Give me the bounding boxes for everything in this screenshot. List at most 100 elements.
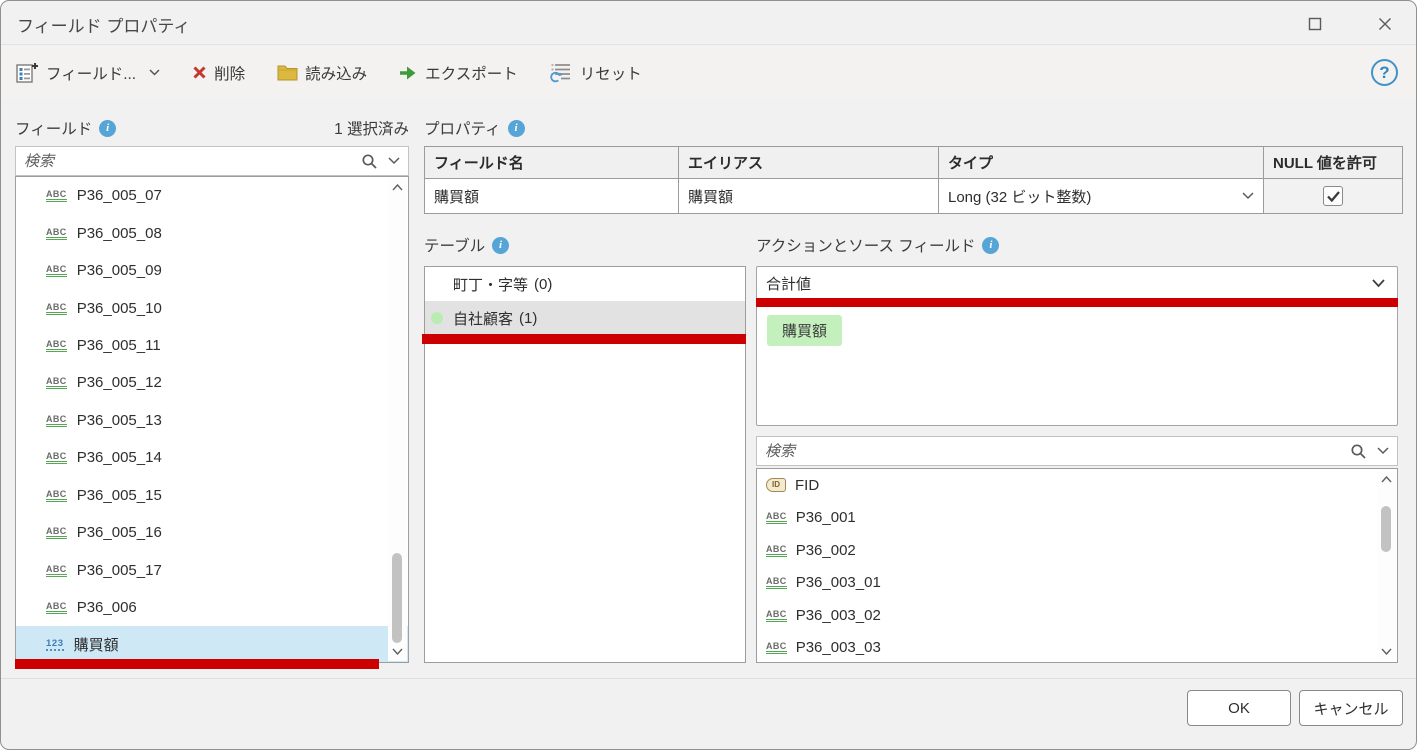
search-options-chevron-icon[interactable] (1377, 447, 1389, 455)
field-list-item[interactable]: ABCP36_005_10 (16, 289, 408, 326)
text-field-icon: ABC (46, 302, 67, 315)
scrollbar-thumb[interactable] (1381, 506, 1391, 552)
field-list-item[interactable]: ABCP36_005_16 (16, 514, 408, 551)
check-icon (1327, 191, 1340, 202)
tables-list: 町丁・字等 (0) 自社顧客 (1) (424, 266, 746, 663)
delete-label: 削除 (214, 62, 245, 84)
actions-info-icon[interactable]: i (982, 237, 999, 254)
titlebar: フィールド プロパティ (1, 1, 1416, 45)
fields-search-box (15, 146, 409, 176)
field-list-item[interactable]: ABCP36_005_14 (16, 439, 408, 476)
text-field-icon: ABC (766, 544, 787, 557)
scrollbar-thumb[interactable] (392, 553, 402, 643)
field-list-item[interactable]: ABCP36_005_09 (16, 252, 408, 289)
tables-panel-title: テーブル (424, 234, 485, 256)
delete-field-button[interactable]: 削除 (192, 62, 245, 84)
table-list-item-selected[interactable]: 自社顧客 (1) (425, 301, 745, 335)
table-field-count: (1) (519, 310, 537, 327)
type-dropdown[interactable]: Long (32 ビット整数) (939, 179, 1264, 213)
text-field-icon: ABC (46, 489, 67, 502)
text-field-icon: ABC (46, 227, 67, 240)
scroll-up-icon[interactable] (392, 184, 403, 191)
add-field-button[interactable]: フィールド... (16, 62, 160, 84)
fields-search-input[interactable] (24, 153, 351, 170)
reset-button[interactable]: リセット (550, 62, 642, 84)
import-button[interactable]: 読み込み (277, 62, 367, 84)
dialog-title: フィールド プロパティ (17, 12, 190, 37)
column-header-type: タイプ (939, 147, 1264, 179)
fields-list-scrollbar[interactable] (388, 178, 407, 661)
text-field-icon: ABC (46, 264, 67, 277)
reset-icon (550, 62, 573, 83)
alias-cell[interactable]: 購買額 (679, 179, 939, 213)
field-list-item[interactable]: ABCP36_005_12 (16, 364, 408, 401)
field-list-item[interactable]: ABCP36_005_08 (16, 214, 408, 251)
field-name: P36_003_01 (796, 574, 881, 591)
tables-info-icon[interactable]: i (492, 237, 509, 254)
field-name: P36_005_17 (77, 562, 162, 579)
export-button[interactable]: エクスポート (399, 62, 518, 84)
scroll-up-icon[interactable] (1381, 476, 1392, 483)
field-name: P36_005_13 (77, 412, 162, 429)
table-name: 自社顧客 (453, 308, 513, 329)
source-search-box (756, 436, 1398, 466)
table-field-count: (0) (534, 276, 552, 293)
ok-button[interactable]: OK (1187, 690, 1291, 726)
source-field-item[interactable]: ABCP36_003_02 (757, 599, 1397, 632)
source-list-scrollbar[interactable] (1377, 470, 1396, 661)
allow-null-checkbox[interactable] (1323, 186, 1343, 206)
source-field-item[interactable]: ABCP36_001 (757, 502, 1397, 535)
close-icon (1378, 17, 1392, 31)
field-name-cell[interactable]: 購買額 (425, 179, 679, 213)
add-field-label: フィールド... (46, 62, 136, 84)
field-list-item[interactable]: ABCP36_005_11 (16, 327, 408, 364)
properties-table: フィールド名 エイリアス タイプ NULL 値を許可 購買額 購買額 Long … (424, 146, 1403, 214)
text-field-icon: ABC (46, 339, 67, 352)
source-field-item[interactable]: ABCP36_002 (757, 534, 1397, 567)
help-button[interactable]: ? (1371, 59, 1398, 86)
field-list-item[interactable]: ABCP36_005_17 (16, 551, 408, 588)
text-field-icon: ABC (46, 451, 67, 464)
annotation-underline-selected-table (422, 334, 746, 344)
annotation-underline-action-dropdown (756, 298, 1398, 307)
search-options-chevron-icon[interactable] (388, 157, 400, 165)
action-dropdown[interactable]: 合計値 (757, 267, 1397, 299)
source-fields-list: IDFID ABCP36_001 ABCP36_002 ABCP36_003_0… (756, 468, 1398, 663)
field-name: P36_006 (77, 599, 137, 616)
field-list-item[interactable]: ABC P36_005_07 (16, 177, 408, 214)
folder-icon (277, 64, 298, 81)
actions-panel-title: アクションとソース フィールド (756, 234, 975, 256)
field-list-item-selected[interactable]: 123購買額 (16, 626, 408, 663)
text-field-icon: ABC (46, 189, 67, 202)
properties-info-icon[interactable]: i (508, 120, 525, 137)
properties-panel-title: プロパティ (424, 117, 501, 139)
source-field-item[interactable]: ABCP36_003_01 (757, 567, 1397, 600)
properties-panel-header: プロパティ i (424, 117, 525, 139)
maximize-button[interactable] (1293, 8, 1337, 39)
toolbar: フィールド... 削除 読み込み エクスポート (1, 46, 1416, 99)
source-field-item[interactable]: IDFID (757, 469, 1397, 502)
field-name: FID (795, 477, 819, 494)
source-field-chip[interactable]: 購買額 (767, 315, 842, 346)
allow-null-cell (1264, 179, 1402, 213)
scroll-down-icon[interactable] (1381, 648, 1392, 655)
close-button[interactable] (1363, 8, 1407, 39)
footer-divider (1, 678, 1416, 679)
field-list-item[interactable]: ABCP36_005_15 (16, 477, 408, 514)
delete-x-icon (192, 65, 207, 80)
field-list-icon (16, 62, 39, 83)
chevron-down-icon (1242, 192, 1254, 200)
scroll-down-icon[interactable] (392, 648, 403, 655)
text-field-icon: ABC (766, 511, 787, 524)
fields-info-icon[interactable]: i (99, 120, 116, 137)
table-name: 町丁・字等 (453, 274, 528, 295)
cancel-button[interactable]: キャンセル (1299, 690, 1403, 726)
source-search-input[interactable] (765, 443, 1340, 460)
field-list-item[interactable]: ABCP36_005_13 (16, 402, 408, 439)
field-list-item[interactable]: ABCP36_006 (16, 589, 408, 626)
export-label: エクスポート (425, 62, 518, 84)
field-name: P36_005_07 (77, 187, 162, 204)
source-field-item[interactable]: ABCP36_003_03 (757, 632, 1397, 664)
text-field-icon: ABC (46, 376, 67, 389)
table-list-item[interactable]: 町丁・字等 (0) (425, 267, 745, 301)
